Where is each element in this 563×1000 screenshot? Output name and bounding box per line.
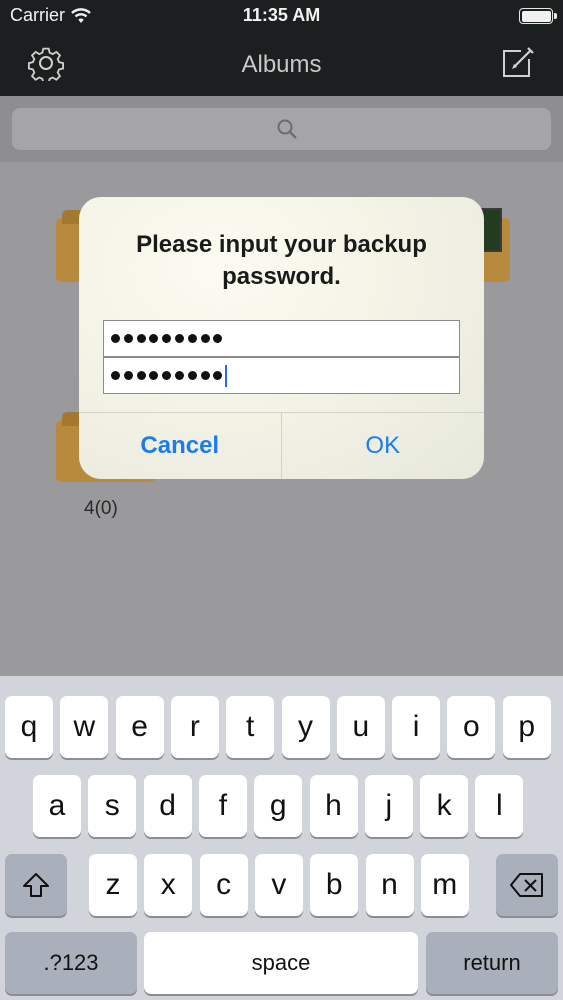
password-dot [200, 371, 210, 380]
password-dot [111, 371, 120, 380]
key-m[interactable]: m [420, 854, 469, 916]
password-dot [111, 334, 120, 343]
key-b[interactable]: b [310, 854, 359, 916]
password-dot [213, 334, 223, 343]
cancel-button[interactable]: Cancel [79, 413, 282, 479]
password-dots [111, 334, 223, 343]
delete-key[interactable] [496, 854, 558, 916]
password-dot [162, 334, 172, 343]
compose-icon[interactable] [501, 45, 535, 79]
password-dot [200, 334, 210, 343]
top-bar: Carrier 11:35 AM Albums [0, 0, 563, 96]
search-field[interactable] [12, 108, 551, 150]
password-dot [149, 371, 159, 380]
key-q[interactable]: q [5, 696, 53, 758]
status-time: 11:35 AM [242, 5, 321, 25]
key-k[interactable]: k [420, 775, 469, 837]
password-dot [162, 371, 172, 380]
password-dot [123, 334, 133, 343]
battery-icon [519, 8, 557, 24]
key-p[interactable]: p [502, 696, 551, 758]
key-j[interactable]: j [364, 775, 413, 837]
key-n[interactable]: n [365, 854, 414, 916]
search-bar [0, 96, 563, 162]
key-e[interactable]: e [115, 696, 164, 758]
password-alert: Please input your backup password. Cance… [79, 197, 484, 479]
password-dot [187, 334, 197, 343]
backspace-icon [510, 873, 543, 897]
password-dot [123, 371, 133, 380]
password-dot [174, 371, 184, 380]
key-g[interactable]: g [254, 775, 303, 837]
password-dot [136, 371, 146, 380]
space-key[interactable]: space [144, 932, 418, 994]
password-dot [136, 334, 146, 343]
password-field[interactable] [103, 320, 460, 357]
key-a[interactable]: a [33, 775, 81, 837]
key-l[interactable]: l [475, 775, 524, 837]
key-h[interactable]: h [309, 775, 358, 837]
text-caret [225, 364, 228, 387]
alert-buttons: Cancel OK [79, 412, 484, 479]
key-d[interactable]: d [143, 775, 192, 837]
shift-key[interactable] [5, 854, 67, 916]
password-dot [187, 371, 197, 380]
key-z[interactable]: z [89, 854, 137, 916]
status-bar: Carrier 11:35 AM [0, 0, 563, 32]
alert-title: Please input your backup password. [136, 231, 427, 290]
key-x[interactable]: x [144, 854, 193, 916]
key-f[interactable]: f [198, 775, 247, 837]
key-t[interactable]: t [226, 696, 275, 758]
password-dot [149, 334, 159, 343]
key-o[interactable]: o [447, 696, 496, 758]
confirm-password-field[interactable] [103, 357, 460, 394]
ok-button[interactable]: OK [282, 413, 485, 479]
key-c[interactable]: c [199, 854, 248, 916]
key-s[interactable]: s [88, 775, 137, 837]
return-key[interactable]: return [426, 932, 558, 994]
search-icon [277, 119, 297, 139]
key-r[interactable]: r [170, 696, 219, 758]
password-dot [213, 371, 223, 380]
shift-icon [23, 873, 49, 897]
nav-title: Albums [241, 51, 322, 78]
numbers-key[interactable]: .?123 [5, 932, 137, 994]
album-count: 4(0) [84, 498, 118, 519]
password-dot [174, 334, 184, 343]
key-u[interactable]: u [336, 696, 385, 758]
keyboard: qwertyuiop asdfghjkl zxcvbnm .?123 space… [0, 676, 563, 1000]
key-v[interactable]: v [254, 854, 303, 916]
confirm-password-dots [111, 371, 223, 380]
key-y[interactable]: y [281, 696, 330, 758]
key-w[interactable]: w [60, 696, 109, 758]
key-i[interactable]: i [392, 696, 441, 758]
